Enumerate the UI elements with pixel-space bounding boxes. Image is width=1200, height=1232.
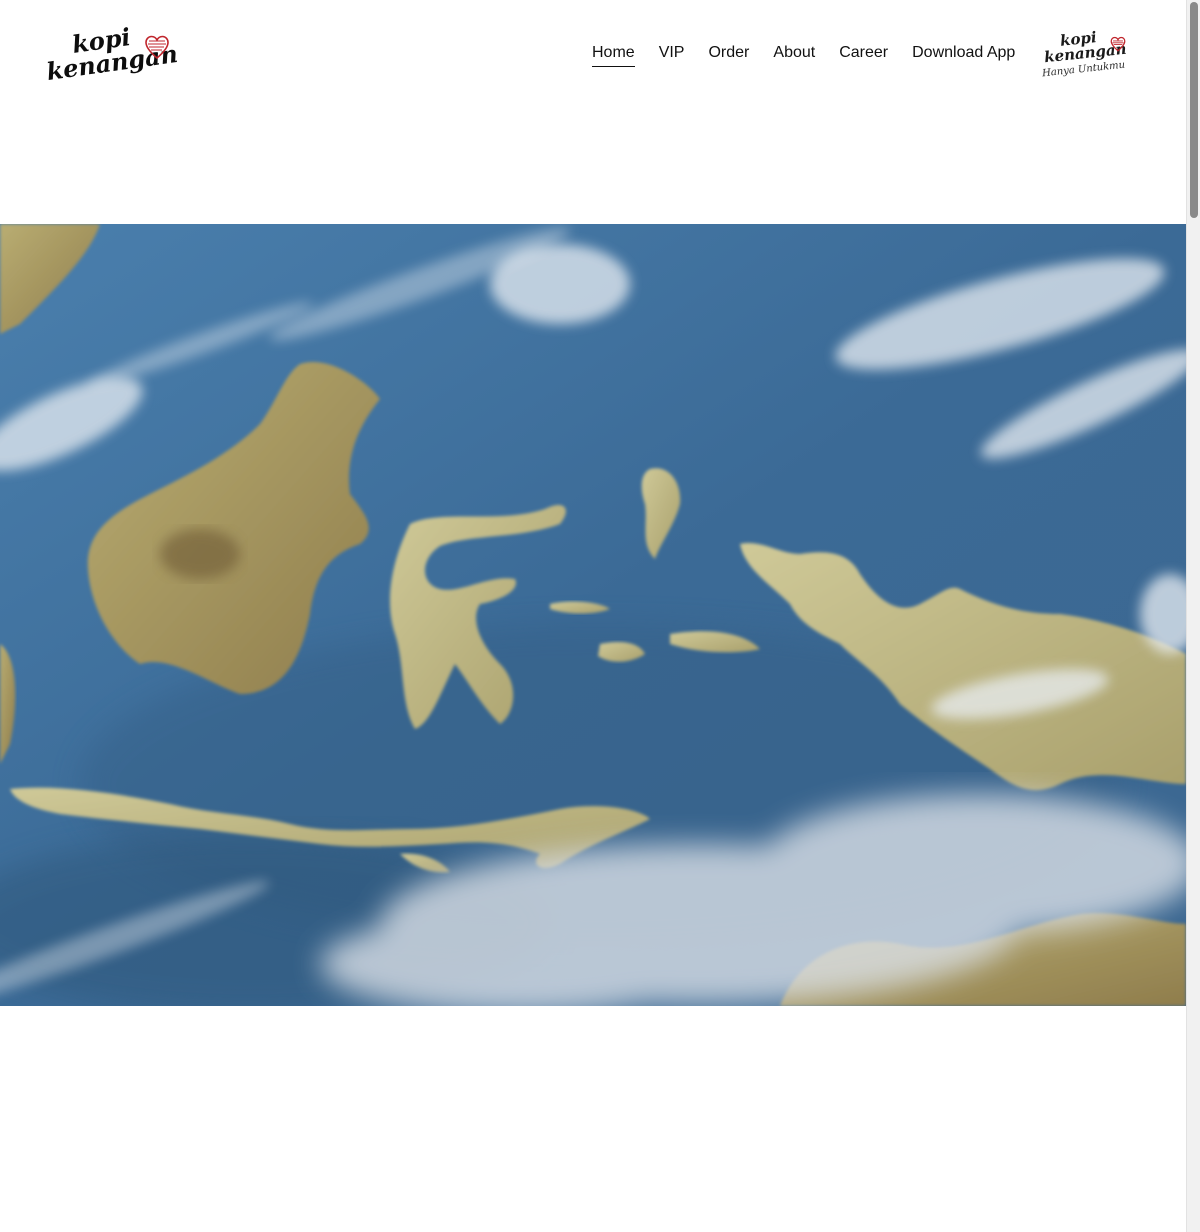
page: kopi kenangan Home VIP Order About Caree… <box>0 0 1200 1232</box>
brand-logo[interactable]: kopi kenangan <box>44 22 180 86</box>
nav-item-order[interactable]: Order <box>708 42 749 67</box>
nav-item-career[interactable]: Career <box>839 42 888 67</box>
nav-item-home[interactable]: Home <box>592 42 635 67</box>
heart-icon <box>145 35 169 60</box>
hanya-untukmu-logo[interactable]: kopi kenangan Hanya Untukmu <box>1040 28 1132 88</box>
site-header: kopi kenangan Home VIP Order About Caree… <box>0 0 1186 110</box>
hero-satellite-map <box>0 224 1186 1006</box>
small-heart-icon <box>1110 36 1126 52</box>
satellite-map-image <box>0 224 1186 1006</box>
main-nav: Home VIP Order About Career Download App <box>592 42 1039 67</box>
nav-item-vip[interactable]: VIP <box>659 42 685 67</box>
page-scrollbar[interactable] <box>1186 0 1200 1232</box>
nav-item-about[interactable]: About <box>773 42 815 67</box>
scrollbar-thumb[interactable] <box>1190 2 1198 218</box>
nav-item-download-app[interactable]: Download App <box>912 42 1015 67</box>
